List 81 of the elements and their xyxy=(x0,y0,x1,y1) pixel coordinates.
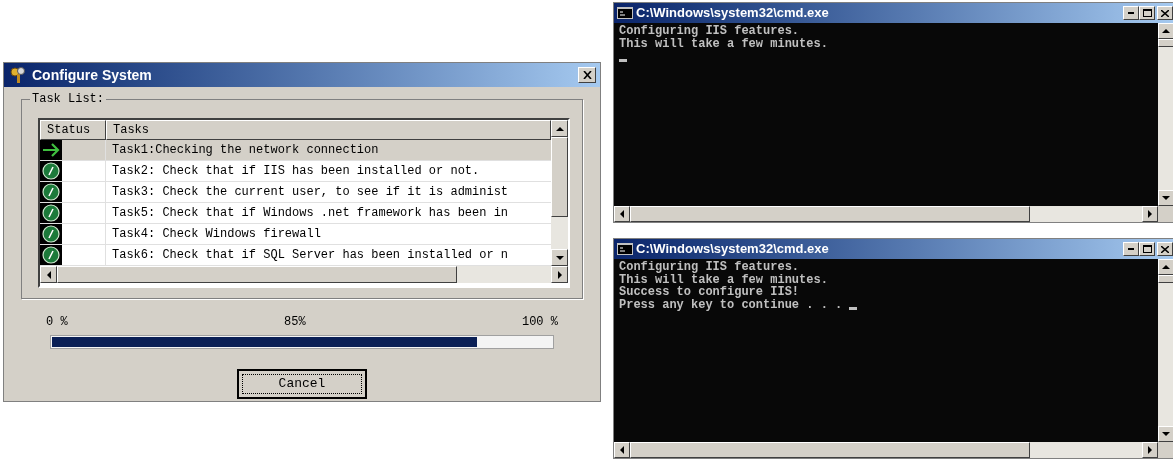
keys-icon xyxy=(8,66,28,84)
down-arrow-icon xyxy=(1162,432,1170,436)
scroll-up-button[interactable] xyxy=(551,120,568,137)
horizontal-scrollbar[interactable] xyxy=(614,206,1158,222)
console-line: Success to configure IIS! xyxy=(619,286,800,299)
arrow-icon xyxy=(40,140,62,160)
scroll-left-button[interactable] xyxy=(40,266,57,283)
progress-value-label: 85% xyxy=(284,314,306,331)
vertical-scrollbar[interactable] xyxy=(1158,259,1173,442)
scroll-thumb[interactable] xyxy=(630,206,1030,222)
minimize-icon xyxy=(1128,248,1134,250)
left-arrow-icon xyxy=(620,210,624,218)
column-header[interactable]: Status xyxy=(40,120,106,140)
scroll-down-button[interactable] xyxy=(551,249,568,266)
maximize-button[interactable] xyxy=(1139,6,1155,20)
scroll-up-button[interactable] xyxy=(1158,23,1173,39)
minimize-button[interactable] xyxy=(1123,242,1139,256)
task-label: Task3: Check the current user, to see if it is administ xyxy=(111,184,510,201)
task-label: Task4: Check Windows firewall xyxy=(111,226,322,243)
scroll-thumb[interactable] xyxy=(1158,275,1173,283)
maximize-icon xyxy=(1142,245,1152,253)
scroll-thumb[interactable] xyxy=(57,266,457,283)
task-row[interactable]: Task6: Check that if SQL Server has been installed or n xyxy=(40,245,551,266)
scroll-down-button[interactable] xyxy=(1158,190,1173,206)
scroll-thumb[interactable] xyxy=(1158,39,1173,47)
task-row[interactable]: Task1:Checking the network connection xyxy=(40,140,551,161)
vertical-scrollbar[interactable] xyxy=(1158,23,1173,206)
close-icon xyxy=(1161,245,1169,253)
up-arrow-icon xyxy=(1162,29,1170,33)
task-row[interactable]: Task2: Check that if IIS has been installed or not. xyxy=(40,161,551,182)
task-label: Task1:Checking the network connection xyxy=(111,142,380,159)
right-arrow-icon xyxy=(557,270,562,279)
left-arrow-icon xyxy=(46,270,51,279)
close-button[interactable] xyxy=(1157,242,1173,256)
column-header[interactable]: Tasks xyxy=(106,120,551,140)
scroll-right-button[interactable] xyxy=(551,266,568,283)
scroll-down-button[interactable] xyxy=(1158,426,1173,442)
scroll-right-button[interactable] xyxy=(1142,206,1158,222)
window-title: C:\Windows\system32\cmd.exe xyxy=(636,4,830,23)
console-icon xyxy=(617,7,633,19)
console-line: Configuring IIS features. xyxy=(619,261,800,274)
task-row[interactable]: Task4: Check Windows firewall xyxy=(40,224,551,245)
task-label: Task2: Check that if IIS has been installed or not. xyxy=(111,163,481,180)
up-arrow-icon xyxy=(1162,265,1170,269)
console-line: Configuring IIS features. xyxy=(619,25,800,38)
up-arrow-icon xyxy=(555,126,564,131)
task-label: Task5: Check that if Windows .net framework has been in xyxy=(111,205,510,222)
scroll-thumb[interactable] xyxy=(630,442,1030,458)
scroll-left-button[interactable] xyxy=(614,442,630,458)
close-icon xyxy=(582,71,592,79)
minimize-icon xyxy=(1128,12,1134,14)
console-line: This will take a few minutes. xyxy=(619,273,828,286)
scroll-left-button[interactable] xyxy=(614,206,630,222)
console-icon xyxy=(617,243,633,255)
scroll-right-button[interactable] xyxy=(1142,442,1158,458)
vertical-scrollbar[interactable] xyxy=(551,120,568,266)
maximize-icon xyxy=(1142,9,1152,17)
right-arrow-icon xyxy=(1148,446,1152,454)
console-line: This will take a few minutes. xyxy=(619,37,828,50)
right-arrow-icon xyxy=(1148,210,1152,218)
task-label: Task6: Check that if SQL Server has been installed or n xyxy=(111,247,510,264)
close-button[interactable] xyxy=(1157,6,1173,20)
scroll-thumb[interactable] xyxy=(551,137,568,217)
horizontal-scrollbar[interactable] xyxy=(40,266,568,283)
window-title: C:\Windows\system32\cmd.exe xyxy=(636,240,830,259)
minimize-button[interactable] xyxy=(1123,6,1139,20)
left-arrow-icon xyxy=(620,446,624,454)
task-row[interactable]: Task5: Check that if Windows .net framework has been in xyxy=(40,203,551,224)
progress-min-label: 0 % xyxy=(46,314,68,331)
console-line: Press any key to continue . . . xyxy=(619,298,843,311)
down-arrow-icon xyxy=(1162,196,1170,200)
progress-max-label: 100 % xyxy=(521,314,558,331)
close-button[interactable] xyxy=(578,67,596,83)
scroll-up-button[interactable] xyxy=(1158,259,1173,275)
cancel-button[interactable]: Cancel xyxy=(237,369,367,399)
maximize-button[interactable] xyxy=(1139,242,1155,256)
window-title: Configure System xyxy=(32,65,153,85)
down-arrow-icon xyxy=(555,255,564,260)
close-icon xyxy=(1161,9,1169,17)
horizontal-scrollbar[interactable] xyxy=(614,442,1158,458)
task-row[interactable]: Task3: Check the current user, to see if it is administ xyxy=(40,182,551,203)
